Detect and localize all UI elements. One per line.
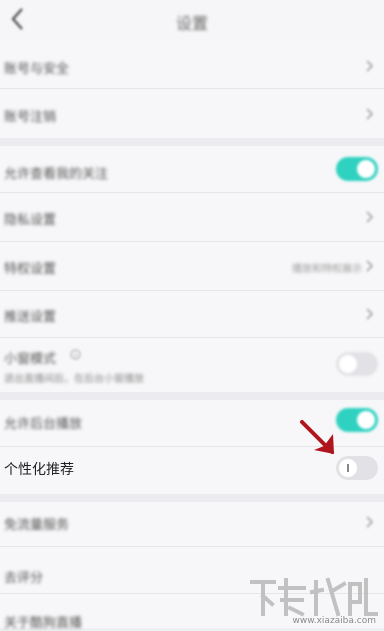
permission-settings-value: 播放和特权展示 [292, 264, 362, 275]
info-icon[interactable] [70, 349, 81, 360]
allow-view-following-toggle[interactable] [336, 157, 378, 181]
allow-background-play-toggle[interactable] [336, 408, 378, 432]
teen-mode-desc: 退出直播间后，在后台小窗播放 [4, 374, 144, 385]
row-allow-view-following: 允许查看我的关注 [0, 146, 384, 193]
allow-background-play-label: 允许后台播放 [4, 417, 83, 432]
watermark-url: www.xiazaiba.com [292, 616, 376, 626]
toggle-knob [357, 160, 375, 178]
row-privacy-settings[interactable]: 隐私设置 [0, 193, 384, 242]
settings-group-privacy: 允许查看我的关注 隐私设置 特权设置 播放和特权展示 推送设置 小窗模式 退出直… [0, 146, 384, 392]
row-traffic-service[interactable]: 免流量服务 [0, 502, 384, 547]
chevron-right-icon [366, 108, 374, 120]
push-settings-label: 推送设置 [4, 310, 57, 325]
section-divider [0, 494, 384, 502]
arrow-icon [300, 420, 334, 454]
privacy-settings-label: 隐私设置 [4, 213, 57, 228]
row-teen-mode: 小窗模式 退出直播间后，在后台小窗播放 [0, 338, 384, 392]
personalized-recommendation-toggle[interactable] [336, 456, 378, 480]
account-security-label: 账号与安全 [4, 62, 70, 77]
chevron-right-icon [366, 260, 374, 272]
row-account-cancel[interactable]: 账号注销 [0, 89, 384, 137]
toggle-knob [339, 355, 357, 373]
allow-view-following-label: 允许查看我的关注 [4, 167, 109, 182]
header: 设置 [0, 0, 384, 40]
personalized-recommendation-label: 个性化推荐 [4, 462, 74, 478]
account-cancel-label: 账号注销 [4, 110, 57, 125]
teen-mode-label: 小窗模式 [4, 352, 57, 367]
traffic-service-label: 免流量服务 [4, 518, 70, 533]
row-push-settings[interactable]: 推送设置 [0, 291, 384, 338]
chevron-right-icon [366, 211, 374, 223]
page-title: 设置 [175, 14, 208, 33]
chevron-right-icon [366, 60, 374, 72]
chevron-right-icon [366, 308, 374, 320]
permission-settings-label: 特权设置 [4, 262, 57, 277]
section-divider [0, 138, 384, 146]
settings-group-account: 账号与安全 账号注销 [0, 40, 384, 138]
rate-us-label: 去评分 [4, 571, 44, 586]
chevron-right-icon [366, 516, 374, 528]
about-label: 关于酷狗直播 [4, 616, 83, 631]
row-account-security[interactable]: 账号与安全 [0, 40, 384, 89]
toggle-knob [357, 411, 375, 429]
row-permission-settings[interactable]: 特权设置 播放和特权展示 [0, 242, 384, 291]
teen-mode-toggle[interactable] [336, 352, 378, 376]
section-divider [0, 392, 384, 400]
